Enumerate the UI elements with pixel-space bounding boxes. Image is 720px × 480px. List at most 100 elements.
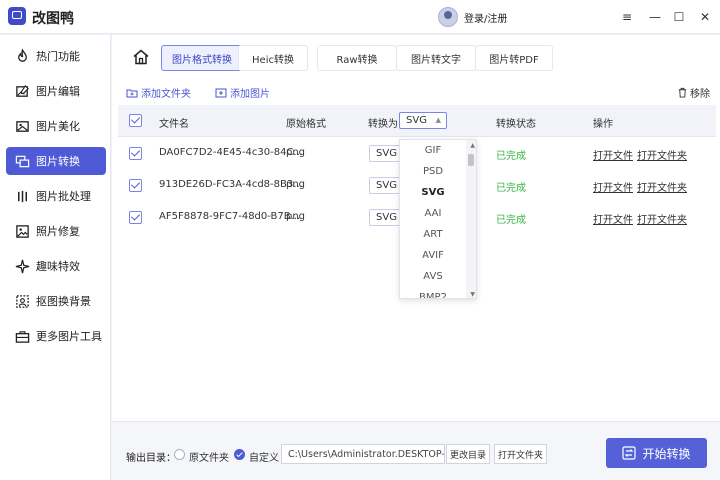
sidebar-item-image-beautify[interactable]: 图片美化 [6,112,106,140]
scrollbar-thumb[interactable] [468,154,474,166]
header-original-format: 原始格式 [286,119,326,130]
sidebar-item-hot[interactable]: 热门功能 [6,42,106,70]
tab-heic-convert[interactable]: Heic转换 [238,45,308,71]
output-dir-label: 输出目录： [126,453,176,464]
trash-icon [678,87,687,98]
row-checkbox[interactable] [129,179,142,192]
row-format-value: SVG [376,180,397,191]
photo-repair-icon [14,223,30,239]
sidebar-item-fun-effects[interactable]: 趣味特效 [6,252,106,280]
tab-label: 图片格式转换 [172,54,232,66]
open-file-link[interactable]: 打开文件 [593,179,633,194]
tab-image-to-pdf[interactable]: 图片转PDF [475,45,553,71]
status-badge: 已完成 [496,183,526,194]
header-actions: 操作 [593,119,613,130]
status-badge: 已完成 [496,151,526,162]
app-logo-icon [8,7,26,25]
chevron-down-icon: ▲ [435,116,441,124]
convert-icon [622,446,637,460]
row-format: png [286,179,306,190]
open-folder-link[interactable]: 打开文件夹 [637,179,687,194]
sidebar-item-label: 趣味特效 [36,260,80,273]
header-status: 转换状态 [496,119,536,130]
tab-image-format-convert[interactable]: 图片格式转换 [161,45,243,71]
format-option-selected[interactable]: SVG [400,182,466,203]
row-filename: DA0FC7D2-4E45-4c30-84C... [159,147,303,158]
format-option[interactable]: PSD [400,161,466,182]
format-option[interactable]: AVS [400,266,466,287]
home-icon[interactable] [132,48,150,66]
open-file-link[interactable]: 打开文件 [593,147,633,162]
format-dropdown: GIF PSD SVG AAI ART AVIF AVS BMP2 ▲ ▼ [399,139,477,299]
radio-original-folder[interactable] [174,449,185,460]
remove-label: 移除 [690,89,710,100]
app-title: 改图鸭 [32,11,74,27]
format-select-all[interactable]: SVG ▲ [399,112,447,129]
start-convert-button[interactable]: 开始转换 [606,438,707,468]
tab-label: 图片转PDF [489,54,539,66]
tab-label: Raw转换 [336,54,378,66]
dropdown-scrollbar[interactable]: ▲ ▼ [466,140,476,298]
row-checkbox[interactable] [129,147,142,160]
tab-label: Heic转换 [252,54,294,66]
status-badge: 已完成 [496,215,526,226]
radio-original-folder-label: 原文件夹 [189,453,229,464]
format-option[interactable]: ART [400,224,466,245]
sidebar-item-batch[interactable]: 图片批处理 [6,182,106,210]
format-option[interactable]: BMP2 [400,287,466,298]
format-option[interactable]: AVIF [400,245,466,266]
radio-custom[interactable] [234,449,245,460]
add-image-label: 添加图片 [230,89,270,100]
remove-button[interactable]: 移除 [677,85,710,100]
sidebar-item-label: 抠图换背景 [36,295,91,308]
row-format: png [286,147,306,158]
change-dir-button[interactable]: 更改目录 [446,444,490,464]
row-format-value: SVG [376,212,397,223]
open-output-folder-button[interactable]: 打开文件夹 [494,444,547,464]
sidebar: 热门功能 图片编辑 图片美化 图片转换 图片批处理 照片修复 趣味特效 抠图换背… [0,35,111,480]
sidebar-item-cutout[interactable]: 抠图换背景 [6,287,106,315]
sidebar-item-image-convert[interactable]: 图片转换 [6,147,106,175]
sidebar-item-label: 热门功能 [36,50,80,63]
add-folder-label: 添加文件夹 [141,89,191,100]
maximize-icon[interactable]: ☐ [670,8,688,26]
menu-icon[interactable]: ≡ [618,8,636,26]
sidebar-item-label: 图片美化 [36,120,80,133]
start-convert-label: 开始转换 [642,446,691,461]
open-folder-link[interactable]: 打开文件夹 [637,147,687,162]
batch-icon [14,188,30,204]
tab-raw-convert[interactable]: Raw转换 [317,45,397,71]
login-button[interactable]: 登录/注册 [438,6,507,28]
tab-label: 图片转文字 [411,54,461,66]
scroll-down-icon[interactable]: ▼ [470,291,475,298]
login-label: 登录/注册 [464,13,508,25]
image-edit-icon [14,83,30,99]
image-convert-icon [14,153,30,169]
format-option[interactable]: AAI [400,203,466,224]
sidebar-item-label: 照片修复 [36,225,80,238]
avatar [438,7,458,27]
cutout-icon [14,293,30,309]
sidebar-item-photo-repair[interactable]: 照片修复 [6,217,106,245]
open-file-link[interactable]: 打开文件 [593,211,633,226]
sidebar-item-more-tools[interactable]: 更多图片工具 [6,322,106,350]
scroll-up-icon[interactable]: ▲ [470,142,475,149]
toolbox-icon [14,328,30,344]
output-path-input[interactable]: C:\Users\Administrator.DESKTOP-TD... [281,444,445,464]
tab-image-to-text[interactable]: 图片转文字 [396,45,476,71]
add-folder-icon [126,89,138,97]
sidebar-item-label: 更多图片工具 [36,330,102,343]
format-option[interactable]: GIF [400,140,466,161]
close-icon[interactable]: ✕ [696,8,714,26]
sparkle-icon [14,258,30,274]
header-filename: 文件名 [159,119,189,130]
row-checkbox[interactable] [129,211,142,224]
select-all-checkbox[interactable] [129,114,142,127]
add-image-button[interactable]: 添加图片 [215,85,270,100]
title-bar: 改图鸭 登录/注册 ≡ — ☐ ✕ [0,0,720,34]
add-folder-button[interactable]: 添加文件夹 [126,85,191,100]
open-folder-link[interactable]: 打开文件夹 [637,211,687,226]
sidebar-item-image-edit[interactable]: 图片编辑 [6,77,106,105]
minimize-icon[interactable]: — [646,8,664,26]
footer-bar: 输出目录： 原文件夹 自定义 C:\Users\Administrator.DE… [112,421,720,480]
